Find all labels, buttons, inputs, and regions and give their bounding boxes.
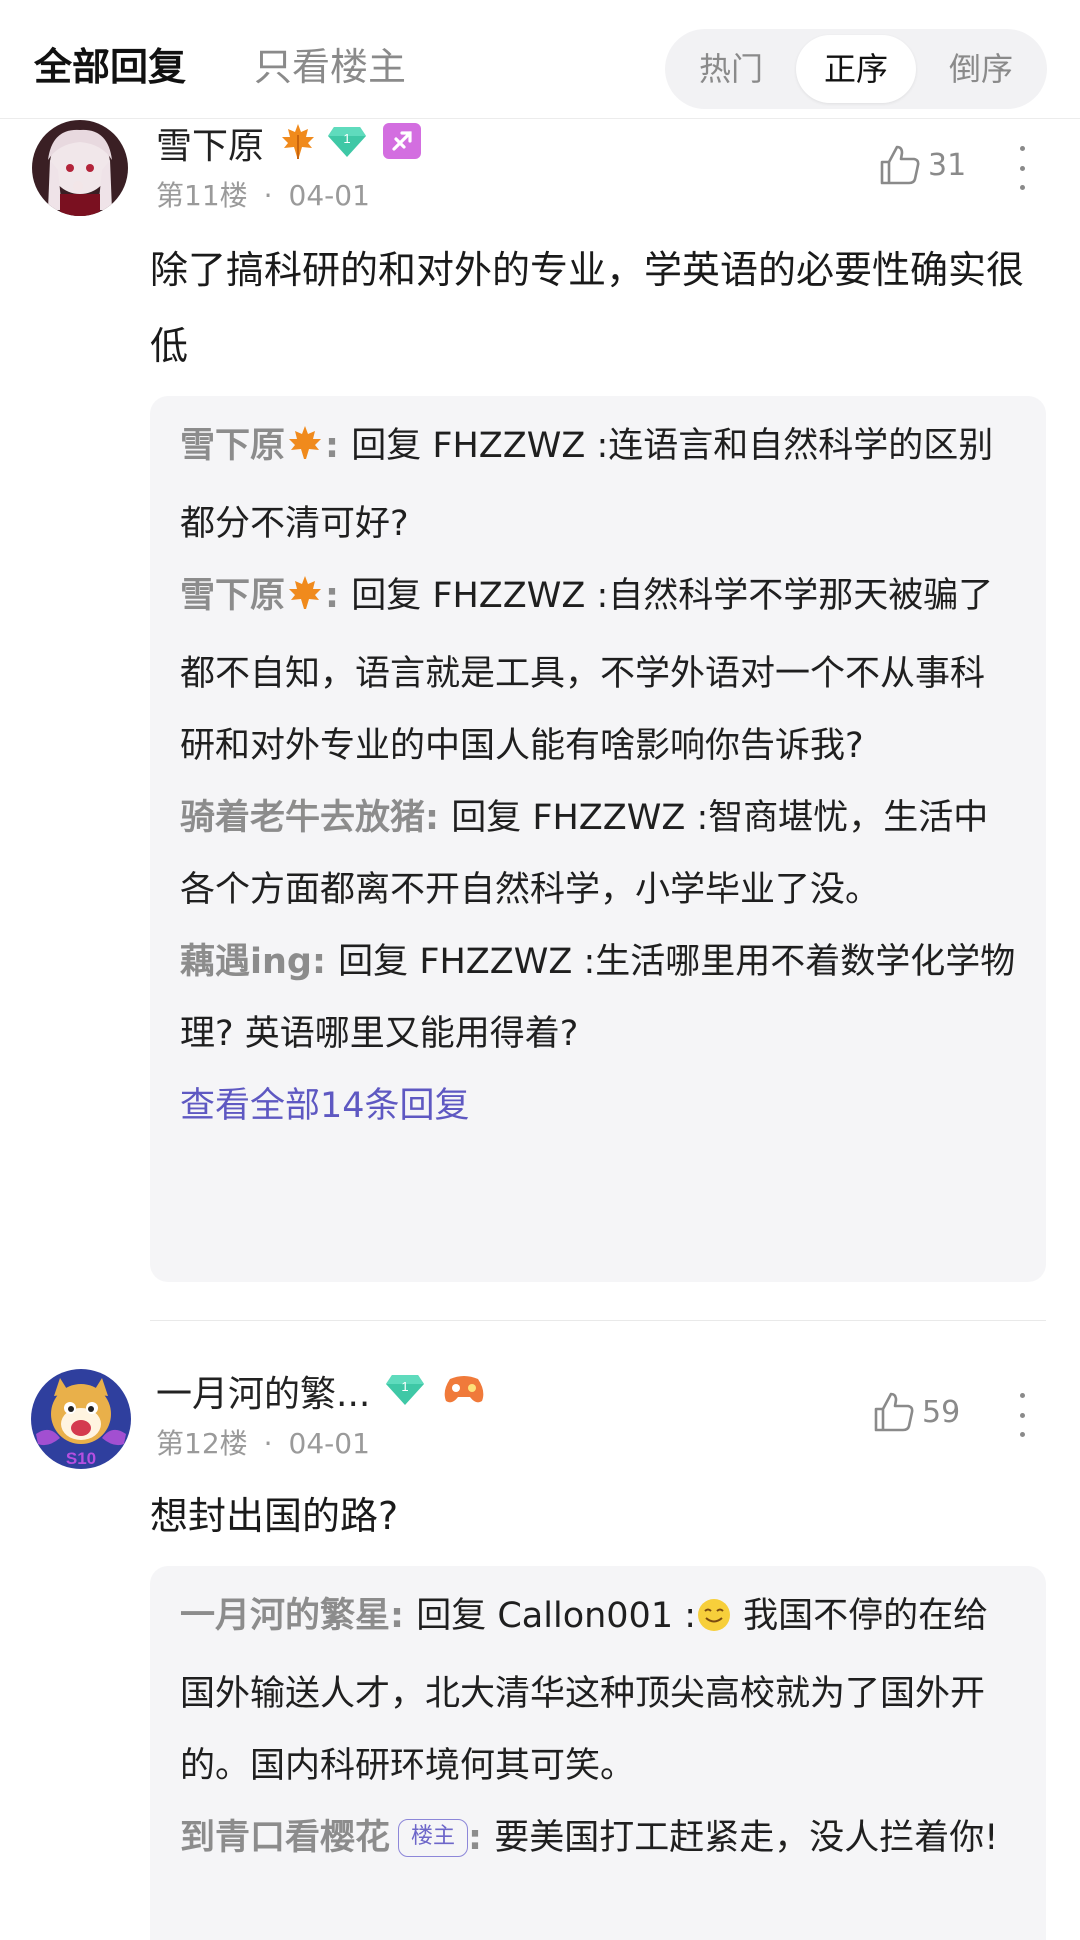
reply-target[interactable]: FHZZWZ: [432, 426, 585, 466]
reply-prefix: 回复: [451, 798, 522, 838]
reply-item[interactable]: 骑着老牛去放猪: 回复 FHZZWZ :智商堪忧，生活中各个方面都离不开自然科学…: [180, 782, 1018, 926]
reply-target[interactable]: FHZZWZ: [532, 798, 685, 838]
reply-target[interactable]: FHZZWZ: [432, 576, 585, 616]
reply-author[interactable]: 一月河的繁星: [180, 1596, 390, 1636]
reply-prefix: 回复: [416, 1596, 487, 1636]
sort-ascending-button[interactable]: 正序: [796, 35, 916, 103]
floor-number: 第11楼: [156, 179, 248, 212]
thumbs-up-icon: [880, 145, 920, 185]
sort-hot-button[interactable]: 热门: [671, 35, 791, 103]
game-controller-icon: [442, 1371, 486, 1411]
reply-author[interactable]: 藕遇ing: [180, 942, 312, 982]
reply-item[interactable]: 雪下原: 回复 FHZZWZ :连语言和自然科学的区别都分不清可好?: [180, 410, 1018, 560]
comments-header: 全部回复 只看楼主 热门 正序 倒序: [0, 0, 1080, 119]
reply-item[interactable]: 雪下原: 回复 FHZZWZ :自然科学不学那天被骗了都不自知，语言就是工具，不…: [180, 560, 1018, 782]
reply-item[interactable]: 藕遇ing: 回复 FHZZWZ :生活哪里用不着数学化学物理? 英语哪里又能用…: [180, 926, 1018, 1070]
sagittarius-icon: [382, 122, 422, 164]
reply-box: 一月河的繁星: 回复 Callon001 : 我国不停的在给国外输送人才，北大清…: [150, 1566, 1046, 1940]
avatar[interactable]: S10: [30, 1368, 132, 1470]
comment-text: 除了搞科研的和对外的专业，学英语的必要性确实很低: [150, 248, 1025, 368]
like-count: 31: [928, 147, 967, 183]
meta-dot: ·: [263, 179, 273, 212]
username-row: 一月河的繁... 1: [156, 1366, 486, 1416]
like-count: 59: [922, 1394, 961, 1430]
username[interactable]: 一月河的繁...: [156, 1365, 370, 1417]
comment-text: 想封出国的路?: [150, 1494, 399, 1538]
reply-prefix: 回复: [351, 426, 422, 466]
op-badge: 楼主: [398, 1819, 469, 1857]
floor-number: 第12楼: [156, 1427, 248, 1460]
like-button[interactable]: 31: [878, 143, 966, 187]
smiling-face-icon: [696, 1586, 732, 1658]
more-options-icon[interactable]: [1016, 1393, 1028, 1437]
avatar-badge-text: S10: [66, 1449, 96, 1468]
reply-author[interactable]: 骑着老牛去放猪: [180, 798, 425, 838]
reply-prefix: 回复: [351, 576, 422, 616]
reply-author[interactable]: 雪下原: [180, 576, 285, 616]
maple-leaf-icon: [278, 121, 318, 165]
level-number: 1: [343, 131, 350, 146]
reply-content: 要美国打工赶紧走，没人拦着你!: [494, 1818, 999, 1858]
sort-descending-button[interactable]: 倒序: [921, 35, 1041, 103]
like-button[interactable]: 59: [872, 1390, 960, 1434]
reply-prefix: 回复: [338, 942, 409, 982]
more-options-icon[interactable]: [1016, 146, 1028, 190]
sort-segmented-control: 热门 正序 倒序: [665, 29, 1047, 109]
maple-leaf-icon: [285, 566, 325, 638]
reply-target[interactable]: FHZZWZ: [419, 942, 572, 982]
tab-op-only[interactable]: 只看楼主: [254, 36, 406, 91]
username-row: 雪下原 1: [156, 118, 422, 168]
thumbs-up-icon: [874, 1392, 914, 1432]
reply-box: 雪下原: 回复 FHZZWZ :连语言和自然科学的区别都分不清可好? 雪下原: …: [150, 396, 1046, 1282]
meta-dot: ·: [263, 1427, 273, 1460]
level-diamond-icon: 1: [326, 123, 368, 163]
comment-divider: [150, 1320, 1046, 1321]
comment-date: 04-01: [288, 179, 370, 212]
reply-target[interactable]: Callon001: [497, 1596, 673, 1636]
level-diamond-icon: 1: [384, 1371, 426, 1411]
reply-author[interactable]: 到青口看樱花: [180, 1818, 390, 1858]
level-number: 1: [402, 1379, 409, 1394]
reply-item[interactable]: 一月河的繁星: 回复 Callon001 : 我国不停的在给国外输送人才，北大清…: [180, 1580, 1018, 1802]
username[interactable]: 雪下原: [156, 117, 264, 169]
reply-item[interactable]: 到青口看樱花 楼主: 要美国打工赶紧走，没人拦着你!: [180, 1802, 1018, 1874]
reply-author[interactable]: 雪下原: [180, 426, 285, 466]
maple-leaf-icon: [285, 416, 325, 488]
tab-all-replies[interactable]: 全部回复: [34, 36, 186, 91]
comment-meta: 第12楼 · 04-01: [156, 1422, 370, 1462]
avatar[interactable]: [32, 120, 128, 216]
view-all-replies-link[interactable]: 查看全部14条回复: [180, 1070, 1018, 1142]
comment-date: 04-01: [288, 1427, 370, 1460]
comment-meta: 第11楼 · 04-01: [156, 174, 370, 214]
